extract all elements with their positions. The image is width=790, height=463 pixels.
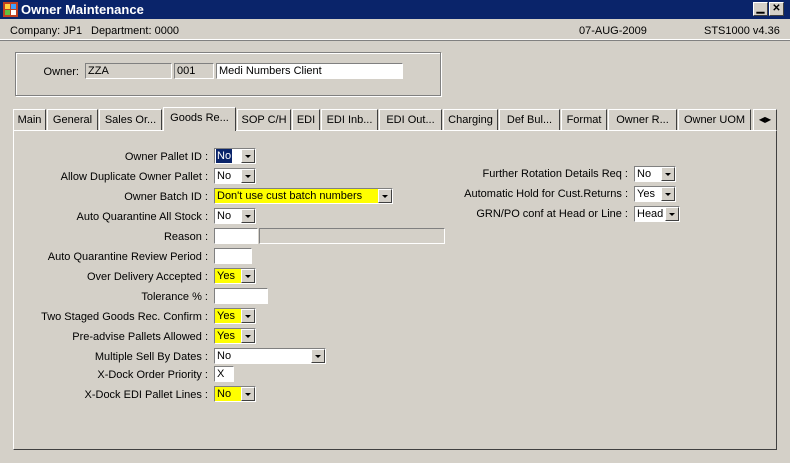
owner-batch-id-label: Owner Batch ID : — [124, 191, 208, 203]
further-rotation-label: Further Rotation Details Req : — [482, 168, 628, 180]
header-bar: Company: JP1 Department: 0000 07-AUG-200… — [0, 19, 790, 40]
owner-batch-id-select[interactable]: Don't use cust batch numbers — [214, 188, 393, 204]
owner-code-field[interactable]: ZZA — [85, 63, 172, 79]
xdock-priority-label: X-Dock Order Priority : — [97, 369, 208, 381]
reason-code-field[interactable] — [214, 228, 258, 244]
window-title: Owner Maintenance — [21, 2, 144, 17]
two-staged-select[interactable]: Yes — [214, 308, 256, 324]
tab-def-bulk[interactable]: Def Bul... — [499, 109, 560, 130]
tab-format[interactable]: Format — [561, 109, 607, 130]
two-staged-value: Yes — [217, 310, 235, 322]
chevron-down-icon[interactable] — [378, 189, 392, 203]
owner-batch-id-value: Don't use cust batch numbers — [217, 190, 363, 202]
auto-quarantine-value: No — [217, 210, 232, 222]
further-rotation-value: No — [637, 168, 652, 180]
tolerance-label: Tolerance % : — [141, 291, 208, 303]
reason-label: Reason : — [163, 231, 208, 243]
company-label: Company: JP1 — [10, 25, 83, 37]
auto-hold-select[interactable]: Yes — [634, 186, 676, 202]
tab-sales-orders[interactable]: Sales Or... — [99, 109, 162, 130]
chevron-down-icon[interactable] — [241, 209, 255, 223]
app-icon — [3, 2, 18, 17]
tolerance-field[interactable] — [214, 288, 268, 304]
over-delivery-label: Over Delivery Accepted : — [86, 271, 208, 283]
over-delivery-select[interactable]: Yes — [214, 268, 256, 284]
owner-pallet-id-label: Owner Pallet ID : — [124, 151, 208, 163]
multiple-sell-by-select[interactable]: No — [214, 348, 326, 364]
tab-scroll-arrows[interactable]: ◀▶ — [753, 109, 777, 130]
chevron-down-icon[interactable] — [241, 269, 255, 283]
chevron-down-icon[interactable] — [661, 187, 675, 201]
grn-po-value: Head — [637, 208, 664, 220]
allow-duplicate-label: Allow Duplicate Owner Pallet : — [60, 171, 208, 183]
tab-sop-ch[interactable]: SOP C/H — [237, 109, 291, 130]
auto-hold-label: Automatic Hold for Cust.Returns : — [464, 188, 628, 200]
tab-charging[interactable]: Charging — [443, 109, 498, 130]
auto-quarantine-label: Auto Quarantine All Stock : — [76, 211, 208, 223]
tab-edi-inbound[interactable]: EDI Inb... — [321, 109, 378, 130]
owner-name-field[interactable]: Medi Numbers Client — [216, 63, 403, 79]
multiple-sell-by-value: No — [217, 350, 232, 362]
allow-duplicate-select[interactable]: No — [214, 168, 256, 184]
auto-quarantine-review-field[interactable] — [214, 248, 252, 264]
auto-hold-value: Yes — [637, 188, 655, 200]
tab-goods-received[interactable]: Goods Re... — [163, 107, 236, 131]
date-label: 07-AUG-2009 — [579, 25, 647, 37]
xdock-edi-value: No — [217, 388, 232, 400]
chevron-down-icon[interactable] — [241, 169, 255, 183]
pre-advise-select[interactable]: Yes — [214, 328, 256, 344]
over-delivery-value: Yes — [217, 270, 235, 282]
xdock-edi-select[interactable]: No — [214, 386, 256, 402]
version-label: STS1000 v4.36 — [704, 25, 780, 37]
chevron-down-icon[interactable] — [661, 167, 675, 181]
multiple-sell-by-label: Multiple Sell By Dates : — [94, 351, 208, 363]
further-rotation-select[interactable]: No — [634, 166, 676, 182]
tab-general[interactable]: General — [47, 109, 98, 130]
chevron-down-icon[interactable] — [241, 329, 255, 343]
department-label: Department: 0000 — [91, 25, 180, 37]
chevron-down-icon[interactable] — [241, 387, 255, 401]
two-staged-label: Two Staged Goods Rec. Confirm : — [41, 311, 208, 323]
allow-duplicate-value: No — [217, 170, 232, 182]
tab-edi[interactable]: EDI — [292, 109, 320, 130]
owner-pallet-id-select[interactable]: No — [214, 148, 256, 164]
reason-description-field[interactable] — [259, 228, 445, 244]
owner-label: Owner: — [43, 66, 79, 78]
auto-quarantine-review-label: Auto Quarantine Review Period : — [47, 251, 208, 263]
grn-po-select[interactable]: Head — [634, 206, 680, 222]
owner-number-field[interactable]: 001 — [174, 63, 214, 79]
pre-advise-label: Pre-advise Pallets Allowed : — [72, 331, 208, 343]
title-bar: Owner Maintenance ▁ ✕ — [0, 0, 790, 19]
close-button[interactable]: ✕ — [769, 2, 784, 16]
xdock-priority-field[interactable]: X — [214, 366, 234, 382]
chevron-down-icon[interactable] — [665, 207, 679, 221]
chevron-down-icon[interactable] — [311, 349, 325, 363]
tab-edi-outbound[interactable]: EDI Out... — [379, 109, 442, 130]
tab-owner-r[interactable]: Owner R... — [608, 109, 677, 130]
pre-advise-value: Yes — [217, 330, 235, 342]
tab-main[interactable]: Main — [13, 109, 46, 130]
auto-quarantine-select[interactable]: No — [214, 208, 256, 224]
minimize-button[interactable]: ▁ — [753, 2, 768, 16]
tab-owner-uom[interactable]: Owner UOM — [678, 109, 751, 130]
chevron-down-icon[interactable] — [241, 149, 255, 163]
grn-po-label: GRN/PO conf at Head or Line : — [476, 208, 628, 220]
chevron-down-icon[interactable] — [241, 309, 255, 323]
xdock-edi-label: X-Dock EDI Pallet Lines : — [84, 389, 209, 401]
owner-pallet-id-value: No — [216, 149, 233, 163]
